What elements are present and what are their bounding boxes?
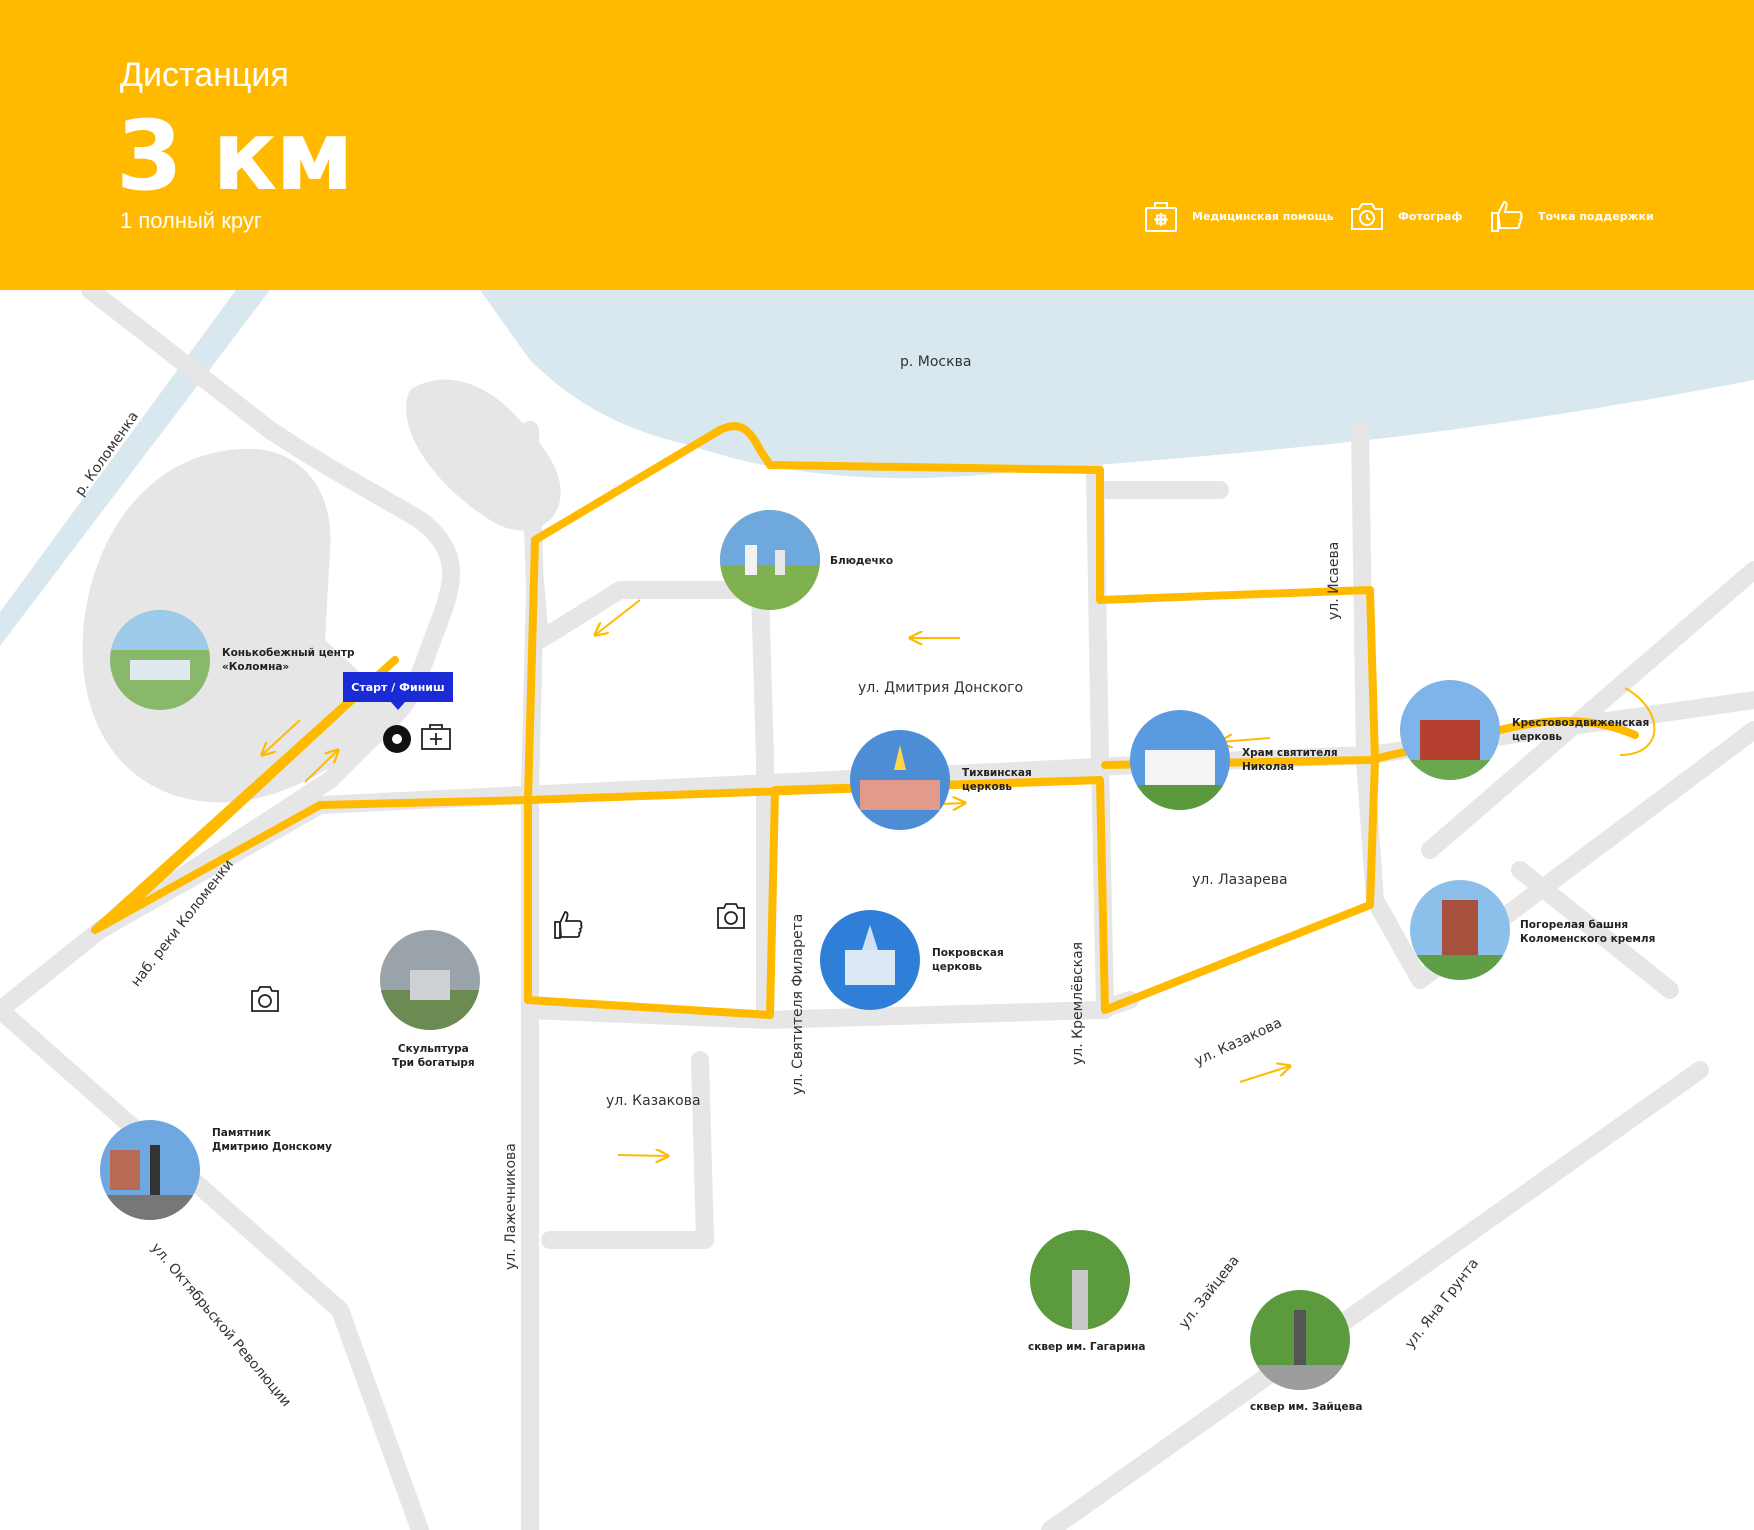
start-finish-label: Старт / Финиш (343, 672, 453, 710)
legend-medical-label: Медицинская помощь (1192, 209, 1334, 223)
distance-caption: Дистанция (120, 56, 289, 94)
header-banner: Дистанция 3 км 1 полный круг Медицинская… (0, 0, 1754, 290)
landmark-donskomu-label: Памятник Дмитрию Донскому (212, 1127, 332, 1153)
distance-value: 3 км (116, 100, 354, 212)
medical-icon (1145, 202, 1177, 232)
camera-icon (1351, 203, 1383, 230)
map-thumbs-up-icon (554, 911, 583, 939)
landmark-pogorelaya-label: Погорелая башня Коломенского кремля (1520, 919, 1656, 945)
legend-support-label: Точка поддержки (1538, 209, 1654, 223)
landmark-zaytseva-square-label: сквер им. Зайцева (1250, 1401, 1363, 1413)
river-moskva-label: р. Москва (900, 354, 972, 370)
street-kremlevskaya-label: ул. Кремлёвская (1070, 941, 1086, 1065)
map-canvas (0, 290, 1754, 1530)
map-camera-icon-1 (251, 986, 279, 1012)
landmark-gagarina-label: сквер им. Гагарина (1028, 1341, 1146, 1353)
landmark-nikolaya-label: Храм святителя Николая (1242, 747, 1338, 773)
landmark-pokrovskaya-label: Покровская церковь (932, 947, 1004, 973)
street-isaeva-label: ул. Исаева (1326, 541, 1342, 620)
map-medical-icon (421, 724, 451, 750)
legend-support: Точка поддержки (1490, 196, 1654, 236)
landmark-krestovozdvizhenskaya-label: Крестовоздвиженская церковь (1512, 717, 1650, 743)
street-lazhechnikova-label: ул. Лажечникова (503, 1143, 519, 1270)
street-filareta-label: ул. Святителя Филарета (790, 913, 806, 1095)
laps-caption: 1 полный круг (120, 208, 262, 233)
landmark-tikhvinskaya-label: Тихвинская церковь (962, 767, 1032, 793)
landmark-bludechko-label: Блюдечко (830, 555, 894, 567)
landmark-bogatyri-label: Скульптура Три богатыря (392, 1043, 475, 1069)
street-kazakova-left-label: ул. Казакова (606, 1093, 701, 1109)
street-donskogo-label: ул. Дмитрия Донского (858, 680, 1024, 696)
legend-photo: Фотограф (1350, 196, 1462, 236)
street-lazareva-label: ул. Лазарева (1192, 872, 1288, 888)
map-camera-icon-2 (717, 903, 745, 929)
river-moskva (480, 290, 1754, 479)
landmark-skating-label: Конькобежный центр «Коломна» (222, 647, 355, 673)
thumbs-up-icon (1491, 200, 1523, 232)
legend-medical: Медицинская помощь (1144, 196, 1334, 236)
legend-photo-label: Фотограф (1398, 209, 1463, 223)
route-map: р. Москва р. Коломенка ул. Дмитрия Донск… (0, 290, 1754, 1530)
